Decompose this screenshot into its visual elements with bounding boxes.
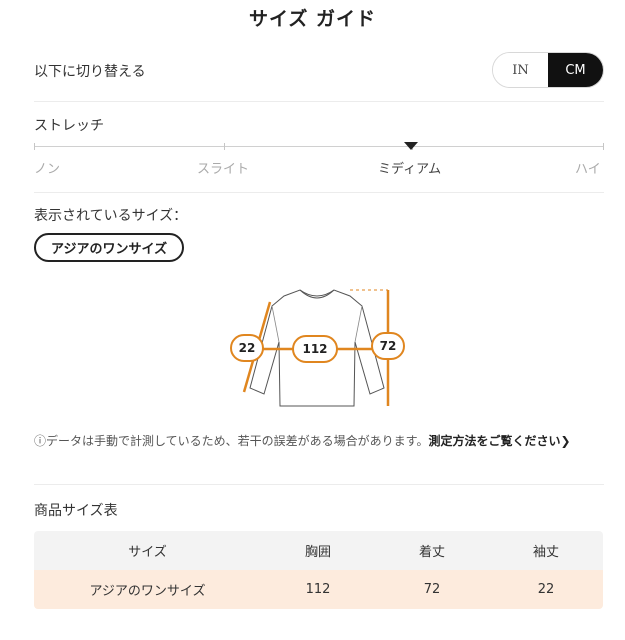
table-header-row: サイズ 胸囲 着丈 袖丈: [34, 531, 603, 570]
stretch-option-high: ハイ: [575, 162, 601, 177]
column-header-chest: 胸囲: [261, 531, 375, 570]
table-cell: アジアのワンサイズ: [34, 570, 261, 609]
body-length-badge: 72: [371, 332, 405, 360]
unit-option-cm[interactable]: CM: [548, 53, 603, 87]
size-table-label: 商品サイズ表: [34, 503, 118, 519]
how-to-measure-link[interactable]: 測定方法をご覧ください: [428, 434, 560, 448]
size-table: サイズ 胸囲 着丈 袖丈 アジアのワンサイズ 112 72 22: [34, 531, 603, 609]
column-header-sleeve: 袖丈: [489, 531, 603, 570]
stretch-option-none: ノン: [34, 162, 61, 177]
unit-switch-row: 以下に切り替える IN CM: [34, 52, 604, 92]
measurement-note: ⓘデータは手動で計測しているため、若干の誤差がある場合があります。測定方法をご覧…: [34, 432, 606, 450]
stretch-option-medium: ミディアム: [378, 162, 442, 177]
displayed-size-pill[interactable]: アジアのワンサイズ: [34, 233, 185, 262]
table-row: アジアのワンサイズ 112 72 22: [34, 570, 603, 609]
divider: [34, 101, 604, 102]
stretch-tick: [603, 143, 604, 150]
column-header-length: 着丈: [375, 531, 489, 570]
stretch-label: ストレッチ: [34, 118, 104, 134]
divider: [34, 484, 604, 485]
measurement-note-text: ⓘデータは手動で計測しているため、若干の誤差がある場合があります。: [34, 434, 429, 448]
page-title: サイズ ガイド: [248, 8, 377, 30]
column-header-size: サイズ: [34, 531, 261, 570]
chevron-right-icon[interactable]: ❯: [560, 434, 570, 448]
displayed-size-label: 表示されているサイズ：: [34, 208, 188, 224]
table-cell: 112: [261, 570, 375, 609]
chest-badge: 112: [292, 335, 338, 363]
divider: [34, 192, 604, 193]
unit-toggle[interactable]: IN CM: [492, 52, 604, 88]
unit-option-in[interactable]: IN: [493, 53, 548, 87]
stretch-selected-marker: [404, 142, 418, 150]
stretch-option-slight: スライト: [197, 162, 250, 177]
garment-measurement-diagram: 22 112 72: [222, 282, 412, 414]
table-cell: 72: [375, 570, 489, 609]
stretch-tick: [224, 143, 225, 150]
table-cell: 22: [489, 570, 603, 609]
unit-switch-label: 以下に切り替える: [34, 64, 146, 80]
stretch-scale-track: [34, 146, 604, 147]
stretch-tick: [34, 143, 35, 150]
sleeve-length-badge: 22: [230, 334, 264, 362]
